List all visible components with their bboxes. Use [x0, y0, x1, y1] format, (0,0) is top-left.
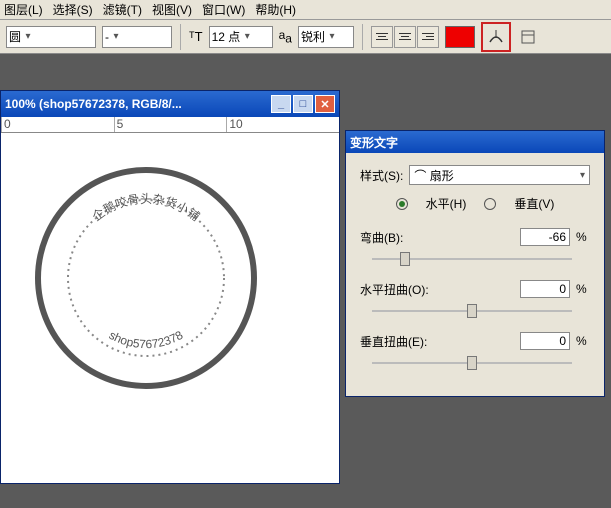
- vdist-input[interactable]: 0: [520, 332, 570, 350]
- font-style-dropdown[interactable]: -▾: [102, 26, 172, 48]
- panel-title: 变形文字: [350, 134, 600, 151]
- style-value: 扇形: [430, 167, 454, 184]
- vdist-slider[interactable]: [372, 354, 572, 372]
- font-size-value: 12 点: [212, 28, 241, 45]
- options-bar: 圆▾ -▾ ᵀT 12 点▾ aa 锐利▾: [0, 20, 611, 54]
- vertical-label: 垂直(V): [514, 195, 554, 212]
- stamp-graphic: 企鹅咬骨头杂货小铺 shop57672378: [31, 163, 261, 393]
- stamp-bottom-text: shop57672378: [107, 328, 186, 352]
- bend-slider[interactable]: [372, 250, 572, 268]
- minimize-button[interactable]: _: [271, 95, 291, 113]
- warp-text-panel: 变形文字 样式(S): ⌒ 扇形 ▾ 水平(H) 垂直(V) 弯曲(B): -6…: [345, 130, 605, 397]
- ruler-tick: 10: [226, 117, 339, 132]
- ruler-tick: 5: [114, 117, 227, 132]
- font-family-dropdown[interactable]: 圆▾: [6, 26, 96, 48]
- stamp-top-text: 企鹅咬骨头杂货小铺: [89, 192, 202, 224]
- text-color-swatch[interactable]: [445, 26, 475, 48]
- warp-text-icon: [487, 28, 505, 46]
- maximize-button[interactable]: □: [293, 95, 313, 113]
- antialias-dropdown[interactable]: 锐利▾: [298, 26, 354, 48]
- vertical-radio[interactable]: [484, 198, 496, 210]
- horizontal-ruler: 0 5 10: [1, 117, 339, 133]
- menu-help[interactable]: 帮助(H): [255, 1, 296, 18]
- hdist-slider[interactable]: [372, 302, 572, 320]
- pct: %: [576, 230, 590, 244]
- bend-label: 弯曲(B):: [360, 229, 440, 246]
- menu-bar: 图层(L) 选择(S) 滤镜(T) 视图(V) 窗口(W) 帮助(H): [0, 0, 611, 20]
- horizontal-radio[interactable]: [396, 198, 408, 210]
- palette-icon: [520, 29, 536, 45]
- bend-input[interactable]: -66: [520, 228, 570, 246]
- text-size-icon: ᵀT: [189, 29, 203, 44]
- menu-select[interactable]: 选择(S): [53, 1, 93, 18]
- antialias-icon: aa: [279, 28, 292, 45]
- menu-filter[interactable]: 滤镜(T): [103, 1, 142, 18]
- warp-text-button[interactable]: [481, 22, 511, 52]
- document-window: 100% (shop57672378, RGB/8/... _ □ ✕ 0 5 …: [0, 90, 340, 484]
- panel-titlebar[interactable]: 变形文字: [346, 131, 604, 153]
- style-dropdown[interactable]: ⌒ 扇形 ▾: [409, 165, 590, 185]
- palette-toggle-button[interactable]: [517, 26, 539, 48]
- style-label: 样式(S):: [360, 167, 403, 184]
- vdist-label: 垂直扭曲(E):: [360, 333, 440, 350]
- font-size-dropdown[interactable]: 12 点▾: [209, 26, 273, 48]
- close-button[interactable]: ✕: [315, 95, 335, 113]
- align-left-button[interactable]: [371, 26, 393, 48]
- hdist-input[interactable]: 0: [520, 280, 570, 298]
- align-center-button[interactable]: [394, 26, 416, 48]
- ruler-tick: 0: [1, 117, 114, 132]
- hdist-label: 水平扭曲(O):: [360, 281, 440, 298]
- arc-icon: ⌒: [414, 167, 426, 184]
- text-align-group: [371, 26, 439, 48]
- menu-window[interactable]: 窗口(W): [202, 1, 245, 18]
- svg-text:企鹅咬骨头杂货小铺: 企鹅咬骨头杂货小铺: [89, 192, 202, 224]
- menu-view[interactable]: 视图(V): [152, 1, 192, 18]
- canvas[interactable]: 企鹅咬骨头杂货小铺 shop57672378: [1, 133, 339, 483]
- menu-layer[interactable]: 图层(L): [4, 1, 43, 18]
- svg-text:shop57672378: shop57672378: [107, 328, 186, 352]
- align-right-button[interactable]: [417, 26, 439, 48]
- antialias-value: 锐利: [301, 28, 325, 45]
- document-titlebar[interactable]: 100% (shop57672378, RGB/8/... _ □ ✕: [1, 91, 339, 117]
- horizontal-label: 水平(H): [426, 195, 467, 212]
- font-family-value: 圆: [9, 28, 21, 45]
- document-title: 100% (shop57672378, RGB/8/...: [5, 97, 271, 111]
